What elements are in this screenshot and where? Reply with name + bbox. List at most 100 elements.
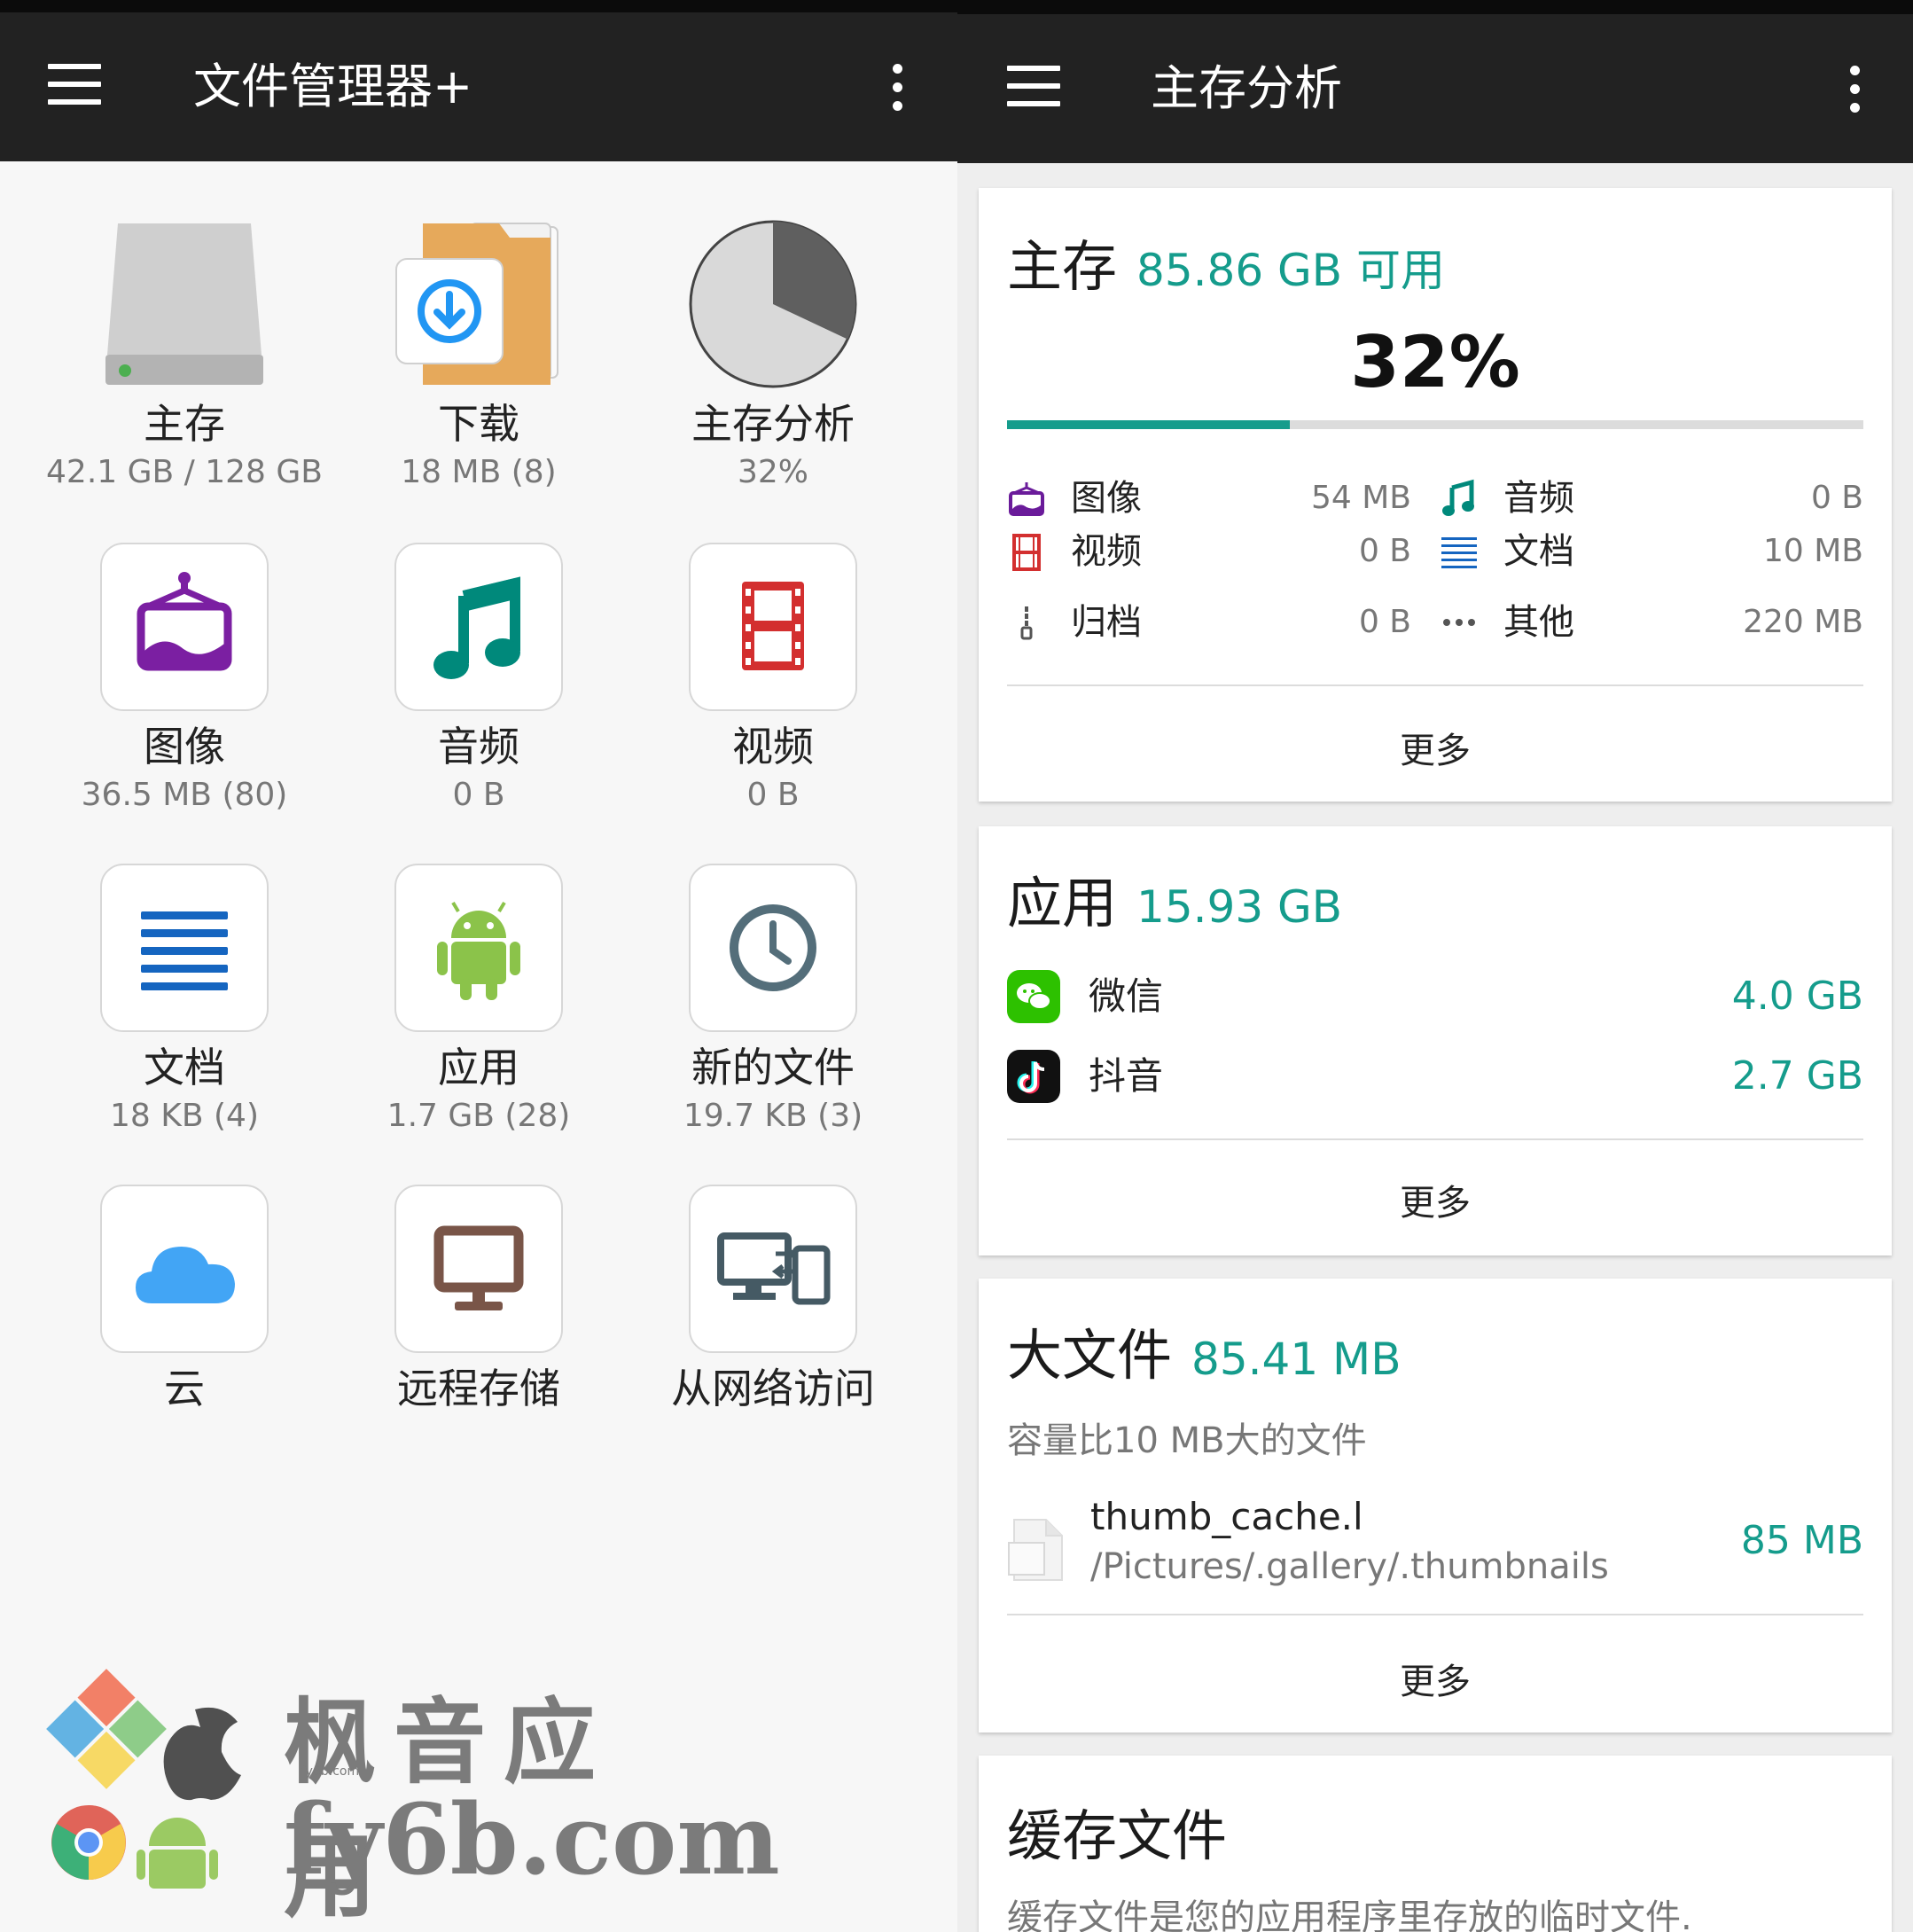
- stat-audio[interactable]: 音频 0 B: [1440, 473, 1863, 527]
- card-title: 大文件: [1007, 1323, 1173, 1388]
- tile-sub: 18 KB (4): [110, 1098, 259, 1134]
- stat-other[interactable]: 其他 220 MB: [1440, 598, 1863, 651]
- card-heading: 应用 15.93 GB: [1007, 858, 1342, 938]
- overflow-menu-icon[interactable]: [1846, 66, 1863, 117]
- download-folder-icon: [394, 220, 563, 388]
- menu-icon[interactable]: [48, 64, 101, 106]
- stat-name: 图像: [1071, 478, 1142, 519]
- more-button[interactable]: 更多: [979, 1653, 1892, 1704]
- tile-apps[interactable]: 应用 1.7 GB (28): [332, 864, 625, 1138]
- film-icon: [689, 543, 857, 711]
- stat-name: 归档: [1071, 602, 1142, 643]
- tile-network-access[interactable]: 从网络访问: [627, 1185, 919, 1415]
- tile-label: 下载: [438, 400, 519, 448]
- tile-label: 文档: [144, 1044, 225, 1091]
- tile-label: 主存: [144, 400, 225, 448]
- status-bar: [957, 0, 1913, 14]
- tile-audio[interactable]: 音频 0 B: [332, 543, 625, 817]
- douyin-icon: [1007, 1050, 1060, 1103]
- storage-analysis-panel: 主存分析 主存 85.86 GB 可用 32% 图像 54 MB 视频 0 B: [957, 0, 1913, 1932]
- tile-label: 视频: [732, 723, 814, 770]
- film-icon: [1007, 532, 1046, 571]
- tile-images[interactable]: 图像 36.5 MB (80): [38, 543, 331, 817]
- app-row-wechat[interactable]: 微信 4.0 GB: [1007, 966, 1863, 1029]
- app-name: 抖音: [1089, 1054, 1164, 1098]
- watermark-small-text: fy6b.com: [301, 1764, 360, 1779]
- tile-label: 图像: [144, 723, 225, 770]
- cloud-icon: [100, 1185, 269, 1353]
- large-files-size: 85.41 MB: [1191, 1334, 1402, 1385]
- stat-video[interactable]: 视频 0 B: [1007, 527, 1411, 580]
- more-button[interactable]: 更多: [979, 1174, 1892, 1225]
- card-heading: 大文件 85.41 MB: [1007, 1310, 1402, 1390]
- stat-archives[interactable]: 归档 0 B: [1007, 598, 1411, 651]
- zip-icon: [1007, 603, 1046, 642]
- card-description: 缓存文件是您的应用程序里存放的临时文件.: [1007, 1897, 1692, 1932]
- menu-icon[interactable]: [1007, 66, 1060, 108]
- stat-value: 0 B: [1810, 480, 1863, 516]
- tile-sub: 0 B: [452, 777, 505, 813]
- tile-label: 云: [164, 1365, 205, 1412]
- apps-card: 应用 15.93 GB 微信 4.0 GB 抖音 2.7 GB 更多: [979, 826, 1892, 1255]
- monitor-icon: [394, 1185, 563, 1353]
- tile-sub: 0 B: [746, 777, 800, 813]
- tile-label: 远程存储: [397, 1365, 560, 1412]
- apps-size: 15.93 GB: [1136, 881, 1343, 933]
- tile-remote-storage[interactable]: 远程存储: [332, 1185, 625, 1415]
- clock-icon: [689, 864, 857, 1032]
- overflow-menu-icon[interactable]: [888, 64, 906, 115]
- tile-video[interactable]: 视频 0 B: [627, 543, 919, 817]
- stat-value: 10 MB: [1762, 533, 1863, 569]
- file-icon: [1007, 1516, 1066, 1584]
- stat-documents[interactable]: 文档 10 MB: [1440, 527, 1863, 580]
- card-title: 应用: [1007, 871, 1118, 935]
- tile-storage-analysis[interactable]: 主存分析 32%: [627, 220, 919, 495]
- divider: [1007, 1614, 1863, 1615]
- pie-chart-icon: [689, 220, 857, 388]
- file-manager-panel: 文件管理器+ 主存 42.1 GB / 128 GB 下载 18 MB (8) …: [0, 0, 957, 1932]
- card-heading: 主存 85.86 GB 可用: [1007, 222, 1445, 301]
- divider: [1007, 1138, 1863, 1140]
- divider: [1007, 684, 1863, 686]
- tile-new-files[interactable]: 新的文件 19.7 KB (3): [627, 864, 919, 1138]
- music-note-icon: [1440, 479, 1479, 518]
- stat-name: 文档: [1503, 531, 1574, 572]
- stat-value: 0 B: [1358, 533, 1411, 569]
- app-bar: 主存分析: [957, 14, 1913, 163]
- tile-cloud[interactable]: 云: [38, 1185, 331, 1415]
- tile-main-storage[interactable]: 主存 42.1 GB / 128 GB: [38, 220, 331, 495]
- free-space: 85.86 GB 可用: [1136, 245, 1445, 296]
- watermark: 枫音应用 fy6b.com fy6b.com: [44, 1667, 780, 1930]
- stat-images[interactable]: 图像 54 MB: [1007, 473, 1411, 527]
- tile-sub: 1.7 GB (28): [387, 1098, 571, 1134]
- tile-sub: 18 MB (8): [401, 454, 557, 490]
- app-row-douyin[interactable]: 抖音 2.7 GB: [1007, 1046, 1863, 1108]
- stat-value: 54 MB: [1310, 480, 1411, 516]
- page-title: 主存分析: [1151, 60, 1342, 116]
- tile-sub: 36.5 MB (80): [81, 777, 288, 813]
- wechat-icon: [1007, 970, 1060, 1023]
- tile-label: 新的文件: [691, 1044, 855, 1091]
- main-storage-card: 主存85.86 GB 可用 32% 图像 54 MB 视频 0 B 归档 0: [979, 188, 1892, 802]
- card-description: 容量比10 MB大的文件: [1007, 1420, 1367, 1461]
- tile-documents[interactable]: 文档 18 KB (4): [38, 864, 331, 1138]
- tile-downloads[interactable]: 下载 18 MB (8): [332, 220, 625, 495]
- tile-label: 主存分析: [691, 400, 855, 448]
- more-button[interactable]: 更多: [979, 722, 1892, 773]
- stat-value: 220 MB: [1743, 604, 1863, 640]
- file-row[interactable]: thumb_cache.l /Pictures/.gallery/.thumbn…: [1007, 1491, 1863, 1598]
- page-title: 文件管理器+: [193, 59, 473, 114]
- usage-percent: 32%: [1350, 321, 1520, 403]
- image-icon: [1007, 479, 1046, 518]
- tile-label: 应用: [438, 1044, 519, 1091]
- file-name: thumb_cache.l: [1090, 1495, 1363, 1538]
- usage-progress-fill: [1007, 420, 1290, 429]
- app-size: 2.7 GB: [1731, 1053, 1863, 1099]
- tile-sub: 42.1 GB / 128 GB: [46, 454, 323, 490]
- tile-sub: 32%: [737, 454, 808, 490]
- app-size: 4.0 GB: [1731, 974, 1863, 1019]
- tile-label: 音频: [438, 723, 519, 770]
- app-name: 微信: [1089, 974, 1164, 1018]
- large-files-card: 大文件 85.41 MB 容量比10 MB大的文件 thumb_cache.l /…: [979, 1279, 1892, 1733]
- hard-drive-icon: [100, 220, 269, 388]
